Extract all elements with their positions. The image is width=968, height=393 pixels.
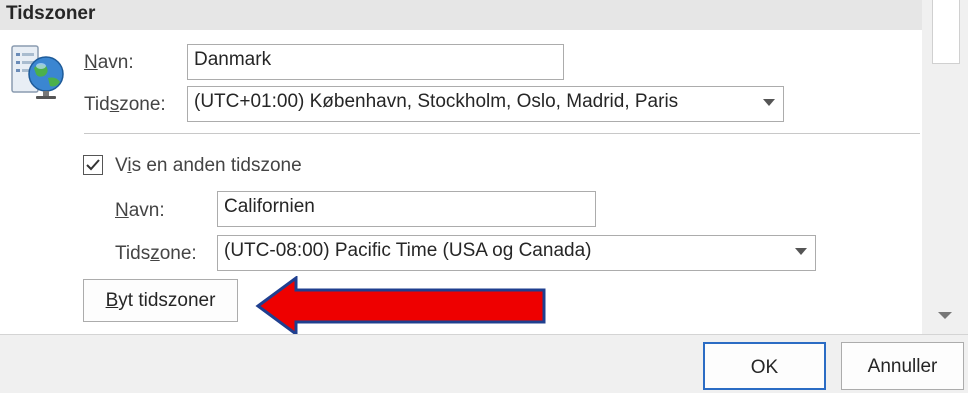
chevron-down-icon xyxy=(795,248,807,255)
primary-timezone-select[interactable]: (UTC+01:00) København, Stockholm, Oslo, … xyxy=(187,86,784,122)
section-divider xyxy=(84,133,920,134)
primary-name-label: Navn: xyxy=(84,52,134,73)
section-header xyxy=(0,0,922,30)
ok-button[interactable]: OK xyxy=(703,342,826,390)
secondary-timezone-label: Tidszone: xyxy=(115,243,197,264)
scrollbar-thumb[interactable] xyxy=(932,0,960,64)
primary-timezone-label: Tidszone: xyxy=(84,94,166,115)
globe-computer-icon xyxy=(10,44,68,102)
secondary-name-input[interactable]: Californien xyxy=(217,191,596,227)
show-second-timezone-checkbox[interactable] xyxy=(83,155,103,175)
primary-name-input[interactable]: Danmark xyxy=(187,44,564,80)
secondary-timezone-select[interactable]: (UTC-08:00) Pacific Time (USA og Canada) xyxy=(217,235,816,271)
chevron-down-icon xyxy=(763,99,775,106)
primary-timezone-value: (UTC+01:00) København, Stockholm, Oslo, … xyxy=(194,91,679,112)
checkmark-icon xyxy=(86,159,100,171)
red-arrow-icon xyxy=(254,275,550,337)
cancel-button[interactable]: Annuller xyxy=(841,342,964,390)
show-second-timezone-label[interactable]: Vis en anden tidszone xyxy=(115,155,302,177)
section-title: Tidszoner xyxy=(6,3,96,24)
swap-timezones-button[interactable]: Byt tidszoner xyxy=(83,279,238,322)
secondary-name-label: Navn: xyxy=(115,200,165,221)
scroll-down-arrow-icon[interactable] xyxy=(938,312,952,319)
secondary-timezone-value: (UTC-08:00) Pacific Time (USA og Canada) xyxy=(224,240,592,261)
